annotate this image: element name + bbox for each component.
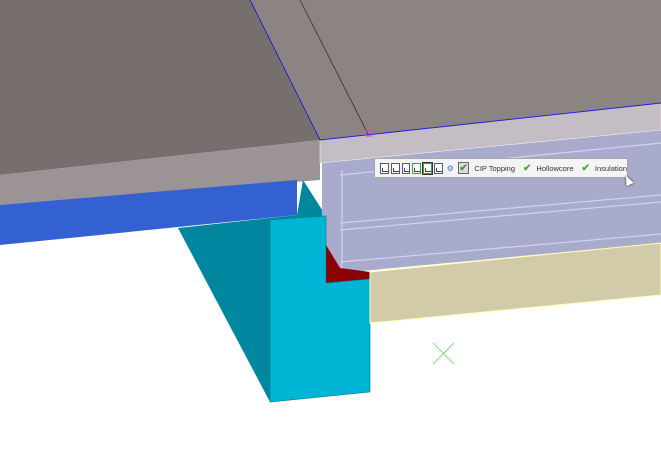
layer-select-icon[interactable] bbox=[422, 161, 433, 175]
settings-icon[interactable]: ⚙ bbox=[447, 164, 454, 173]
cip-topping-label: CIP Topping bbox=[474, 163, 516, 173]
layer-cut-icon[interactable] bbox=[412, 162, 422, 174]
hollowcore-label: Hollowcore bbox=[536, 163, 574, 173]
hollowcore-check-icon[interactable]: ✔ bbox=[523, 163, 531, 174]
insulation-label: Insulation bbox=[594, 163, 628, 173]
corner-cut-icon[interactable] bbox=[380, 162, 389, 174]
edge-cut-icon[interactable] bbox=[401, 162, 411, 174]
end-cut-icon[interactable] bbox=[390, 162, 400, 174]
cip-topping-checkbox[interactable]: ✔ bbox=[457, 162, 470, 174]
insulation-check-icon[interactable]: ✔ bbox=[582, 163, 590, 174]
origin-cross-icon bbox=[432, 342, 455, 365]
contextual-toolbar: ⚙ ✔ CIP Topping ✔ Hollowcore ✔ Insulatio… bbox=[374, 158, 628, 178]
book-icon[interactable] bbox=[433, 162, 443, 174]
3d-model-viewport[interactable] bbox=[0, 0, 661, 459]
